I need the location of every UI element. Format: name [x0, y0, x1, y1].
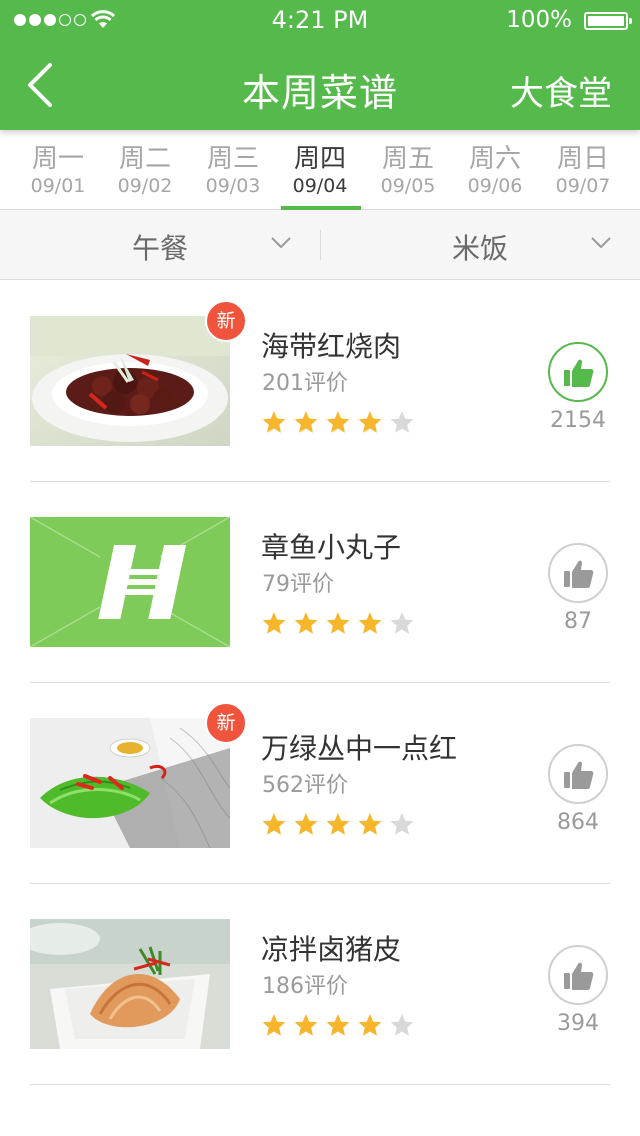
star-filled-icon [358, 612, 382, 634]
star-filled-icon [294, 813, 318, 835]
star-filled-icon [358, 813, 382, 835]
dish-review-count: 562评价 [262, 773, 348, 798]
meal-dropdown[interactable]: 午餐 [0, 210, 320, 280]
like-button[interactable] [548, 342, 608, 402]
tab-day-sat[interactable]: 周六 09/06 [451, 144, 539, 198]
like-count: 87 [564, 609, 592, 634]
tab-day-wed[interactable]: 周三 09/03 [189, 144, 277, 198]
dish-name: 万绿丛中一点红 [261, 732, 458, 765]
battery-icon [584, 12, 632, 30]
dish-review-count: 201评价 [262, 371, 348, 396]
status-bar: 4:21 PM 100% [0, 0, 640, 40]
thumbs-up-icon [564, 962, 594, 990]
like-count: 864 [557, 810, 599, 835]
day-date: 09/02 [117, 175, 173, 197]
thumbs-up-icon [564, 560, 594, 588]
star-filled-icon [326, 411, 350, 433]
day-name: 周四 [293, 144, 346, 174]
like-button[interactable] [548, 744, 608, 804]
day-date: 09/01 [30, 175, 86, 197]
star-empty-icon [390, 612, 414, 634]
chevron-down-icon [591, 237, 611, 249]
placeholder-logo-icon [30, 517, 230, 647]
dish-item[interactable]: 凉拌卤猪皮 186评价 394 [0, 884, 640, 1085]
star-filled-icon [262, 813, 286, 835]
star-empty-icon [390, 1014, 414, 1036]
navigation-bar: 4:21 PM 100% 本周菜谱 大食堂 [0, 0, 640, 130]
canteen-button[interactable]: 大食堂 [510, 66, 612, 115]
dish-review-count: 79评价 [262, 572, 334, 597]
day-name: 周一 [31, 144, 84, 174]
star-filled-icon [294, 612, 318, 634]
dish-item[interactable]: 章鱼小丸子 79评价 87 [0, 482, 640, 683]
list-divider [30, 1084, 610, 1085]
new-badge: 新 [205, 702, 247, 744]
tab-day-sun[interactable]: 周日 09/07 [539, 144, 627, 198]
tab-day-fri[interactable]: 周五 09/05 [364, 144, 452, 198]
filter-bar: 午餐 米饭 [0, 210, 640, 280]
thumbs-up-icon [564, 359, 594, 387]
day-date: 09/05 [380, 175, 436, 197]
star-empty-icon [390, 411, 414, 433]
dish-item[interactable]: 新 海带红烧肉 201评价 2154 [0, 281, 640, 482]
day-date: 09/07 [555, 175, 611, 197]
star-filled-icon [326, 612, 350, 634]
star-filled-icon [262, 411, 286, 433]
rating-stars [261, 410, 415, 434]
dish-name: 章鱼小丸子 [261, 531, 402, 564]
star-filled-icon [262, 612, 286, 634]
star-filled-icon [262, 1014, 286, 1036]
new-badge: 新 [205, 300, 247, 342]
dish-name: 海带红烧肉 [261, 330, 402, 363]
star-filled-icon [326, 1014, 350, 1036]
category-dropdown[interactable]: 米饭 [320, 210, 640, 280]
star-filled-icon [294, 411, 318, 433]
day-name: 周六 [468, 144, 521, 174]
like-button[interactable] [548, 543, 608, 603]
dish-name: 凉拌卤猪皮 [261, 933, 402, 966]
day-name: 周二 [118, 144, 171, 174]
dish-photo [30, 517, 230, 647]
like-count: 394 [557, 1011, 599, 1036]
tab-day-tue[interactable]: 周二 09/02 [101, 144, 189, 198]
day-tabs: 周一 09/01 周二 09/02 周三 09/03 周四 09/04 周五 0… [0, 130, 640, 210]
dish-photo [30, 919, 230, 1049]
dish-photo [30, 316, 230, 446]
star-filled-icon [326, 813, 350, 835]
star-empty-icon [390, 813, 414, 835]
rating-stars [261, 1013, 415, 1037]
star-filled-icon [358, 411, 382, 433]
day-name: 周日 [556, 144, 609, 174]
day-date: 09/06 [467, 175, 523, 197]
day-date: 09/04 [292, 175, 348, 197]
dish-photo [30, 718, 230, 848]
like-count: 2154 [550, 408, 606, 433]
rating-stars [261, 812, 415, 836]
dish-item[interactable]: 新 万绿丛中一点红 562评价 864 [0, 683, 640, 884]
tab-day-mon[interactable]: 周一 09/01 [14, 144, 102, 198]
day-name: 周三 [206, 144, 259, 174]
day-date: 09/03 [205, 175, 261, 197]
battery-percent: 100% [506, 7, 572, 33]
like-button[interactable] [548, 945, 608, 1005]
thumbs-up-icon [564, 761, 594, 789]
chevron-down-icon [271, 237, 291, 249]
rating-stars [261, 611, 415, 635]
dish-review-count: 186评价 [262, 974, 348, 999]
day-name: 周五 [381, 144, 434, 174]
star-filled-icon [294, 1014, 318, 1036]
star-filled-icon [358, 1014, 382, 1036]
tab-day-thu[interactable]: 周四 09/04 [276, 144, 364, 198]
